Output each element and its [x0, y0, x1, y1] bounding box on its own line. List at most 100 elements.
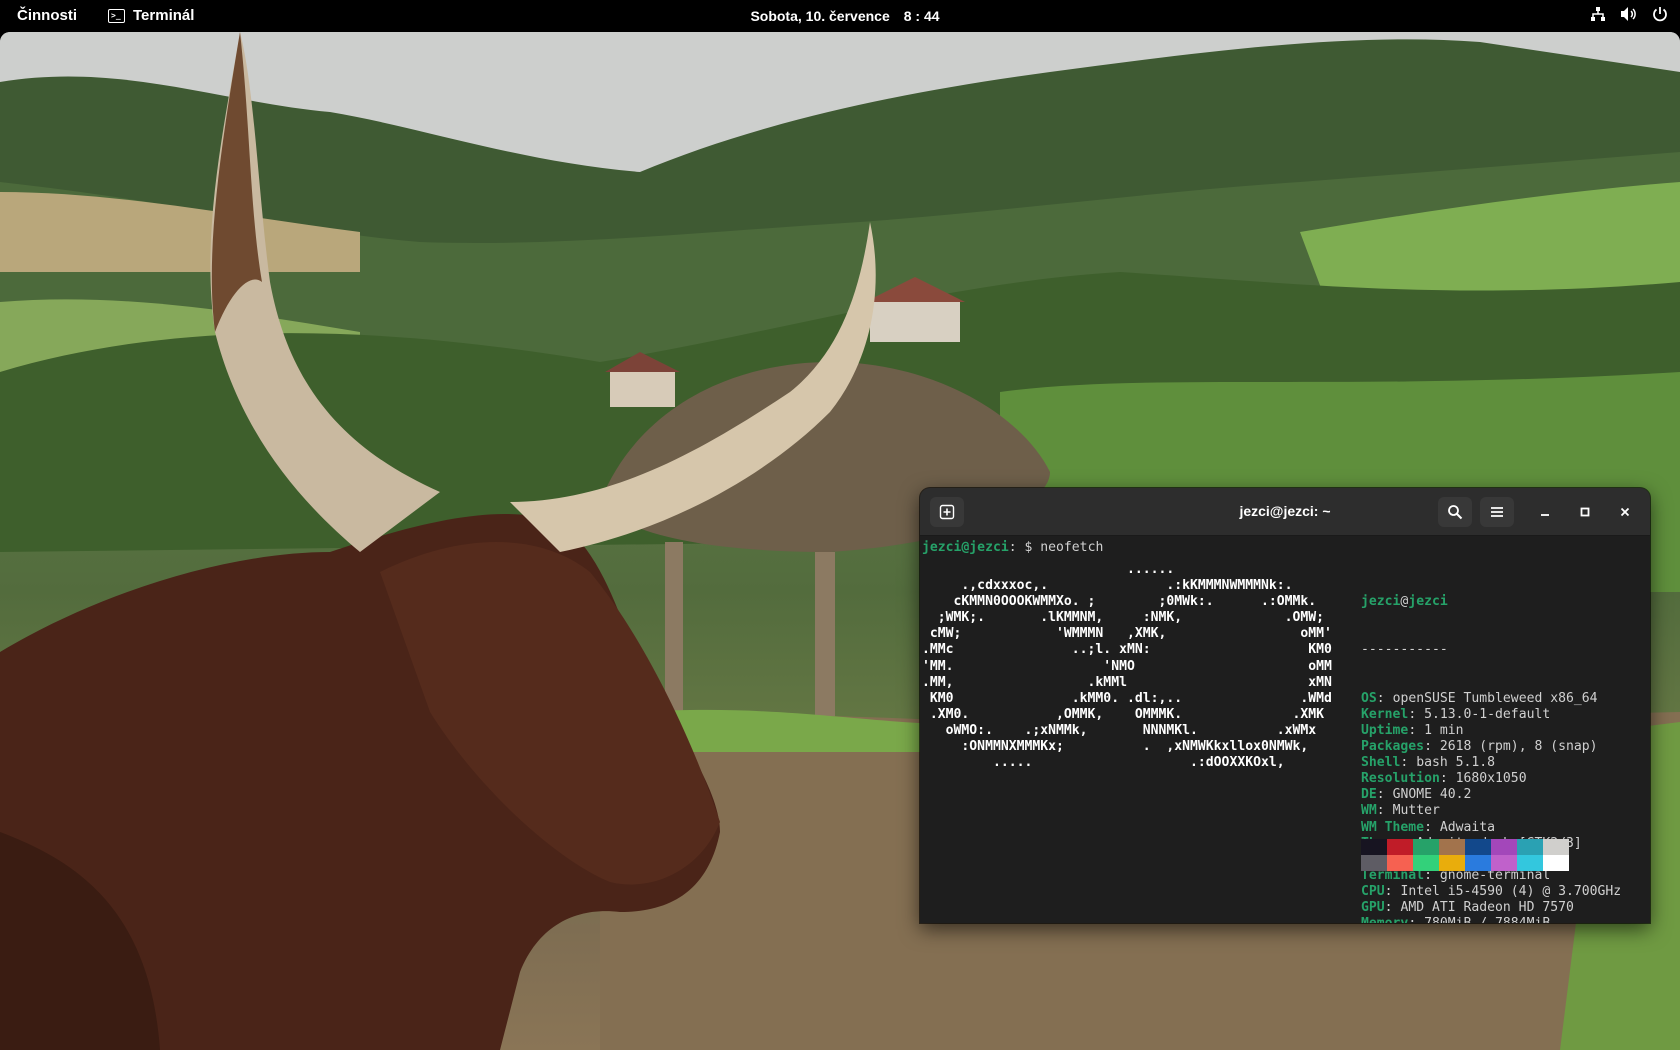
info-separator: : — [1376, 690, 1393, 706]
info-separator: : — [1439, 771, 1456, 787]
palette-swatch — [1517, 855, 1543, 871]
info-row: OS: openSUSE Tumbleweed x86_64 — [1361, 691, 1621, 707]
clock-button[interactable]: Sobota, 10. července 8 : 44 — [0, 8, 1680, 24]
info-separator: : — [1424, 819, 1440, 835]
palette-swatch — [1491, 839, 1517, 855]
info-key: Packages — [1361, 739, 1425, 755]
info-separator: : — [1408, 722, 1425, 738]
palette-row-bright — [1361, 855, 1569, 871]
logo-line: .MMc ..;l. xMN: KM0 — [922, 642, 1332, 658]
palette-swatch — [1413, 855, 1439, 871]
palette-swatch — [1543, 839, 1569, 855]
network-wired-icon[interactable] — [1590, 6, 1606, 22]
info-value: 2618 (rpm), 8 (snap) — [1439, 739, 1598, 755]
hamburger-menu-icon — [1490, 506, 1504, 518]
palette-swatch — [1465, 855, 1491, 871]
info-row: WM: Mutter — [1361, 803, 1621, 819]
palette-swatch — [1439, 855, 1465, 871]
prompt-separator: : — [1008, 540, 1017, 555]
logo-line: 'MM. 'NMO oMM — [922, 658, 1332, 674]
volume-icon[interactable] — [1620, 6, 1638, 22]
terminal-output[interactable]: jezci@jezci: $ neofetch ...... .,cdxxxoc… — [920, 536, 1650, 923]
minimize-button[interactable] — [1533, 501, 1557, 525]
logo-line: KM0 .kMM0. .dl:,.. .WMd — [922, 690, 1332, 706]
info-key: GPU — [1361, 899, 1385, 915]
info-value: GNOME 40.2 — [1392, 787, 1472, 803]
info-user: jezci — [1361, 594, 1401, 610]
info-value: Intel i5-4590 (4) @ 3.700GHz — [1400, 883, 1622, 899]
terminal-titlebar[interactable]: jezci@jezci: ~ — [920, 488, 1650, 536]
palette-swatch — [1387, 855, 1413, 871]
minimize-icon — [1540, 504, 1550, 522]
info-row: DE: GNOME 40.2 — [1361, 787, 1621, 803]
info-row: Resolution: 1680x1050 — [1361, 771, 1621, 787]
info-value: Mutter — [1392, 803, 1440, 819]
info-separator: : — [1384, 883, 1401, 899]
menu-button[interactable] — [1480, 497, 1514, 527]
logo-line: :ONMMNXMMMKx; . ,xNMWKkxllox0NMWk, — [922, 739, 1309, 755]
opensuse-ascii-logo: ...... .,cdxxxoc,. .:kKMMMNWMMMNk:. cKMM… — [922, 562, 1332, 771]
info-host: jezci — [1408, 594, 1448, 610]
palette-row-normal — [1361, 839, 1569, 855]
system-tray[interactable] — [1590, 6, 1668, 22]
terminal-window[interactable]: jezci@jezci: ~ jezci@jezci: $ neofetch .… — [920, 488, 1650, 923]
color-palette — [1361, 839, 1569, 871]
maximize-button[interactable] — [1573, 501, 1597, 525]
palette-swatch — [1361, 839, 1387, 855]
info-value: Adwaita — [1439, 819, 1496, 835]
info-key: Shell — [1361, 755, 1401, 771]
info-key: DE — [1361, 787, 1377, 803]
palette-swatch — [1543, 855, 1569, 871]
info-value: openSUSE Tumbleweed x86_64 — [1392, 690, 1598, 706]
info-row: GPU: AMD ATI Radeon HD 7570 — [1361, 900, 1621, 916]
info-row: Kernel: 5.13.0-1-default — [1361, 707, 1621, 723]
info-value: 5.13.0-1-default — [1424, 706, 1551, 722]
search-button[interactable] — [1438, 497, 1472, 527]
logo-line: cMW; 'WMMMN ,XMK, oMM' — [922, 626, 1332, 642]
info-key: Uptime — [1361, 722, 1409, 738]
info-value: AMD ATI Radeon HD 7570 — [1400, 899, 1574, 915]
maximize-icon — [1580, 504, 1590, 522]
logo-line: ;WMK;. .lKMMNM, :NMK, .OMW; — [922, 610, 1325, 626]
info-key: Memory — [1361, 916, 1408, 923]
info-key: WM Theme — [1361, 819, 1425, 835]
prompt-symbol: $ — [1016, 540, 1041, 555]
clock-time: 8 : 44 — [903, 8, 940, 24]
info-value: bash 5.1.8 — [1416, 755, 1496, 771]
info-separator: : — [1408, 916, 1424, 923]
info-separator: : — [1424, 739, 1440, 755]
prompt-user: jezci@jezci — [922, 540, 1009, 555]
palette-swatch — [1465, 839, 1491, 855]
power-icon[interactable] — [1652, 6, 1668, 22]
palette-swatch — [1387, 839, 1413, 855]
info-key: Kernel — [1361, 706, 1409, 722]
info-separator: : — [1408, 706, 1425, 722]
info-value: 1680x1050 — [1455, 771, 1527, 787]
info-row: Packages: 2618 (rpm), 8 (snap) — [1361, 739, 1621, 755]
palette-swatch — [1439, 839, 1465, 855]
clock-date: Sobota, 10. července — [750, 8, 890, 24]
info-key: WM — [1361, 803, 1377, 819]
logo-line: .XM0. ,OMMK, OMMMK. .XMK — [922, 706, 1325, 722]
info-row: CPU: Intel i5-4590 (4) @ 3.700GHz — [1361, 884, 1621, 900]
info-key: Resolution — [1361, 771, 1440, 787]
info-row: WM Theme: Adwaita — [1361, 820, 1621, 836]
palette-swatch — [1517, 839, 1543, 855]
logo-line: cKMMN0OOOKWMMXo. ; ;0MWk:. .:OMMk. — [922, 594, 1317, 610]
info-key: OS — [1361, 690, 1377, 706]
close-button[interactable] — [1613, 501, 1637, 525]
search-icon — [1447, 504, 1463, 520]
info-row: Uptime: 1 min — [1361, 723, 1621, 739]
info-separator: : — [1384, 899, 1401, 915]
info-value: 780MiB / 7884MiB — [1424, 916, 1550, 923]
logo-line: ..... .:dOOXXKOxl, — [922, 755, 1285, 771]
info-separator: : — [1400, 755, 1417, 771]
command-text: neofetch — [1040, 540, 1104, 555]
logo-line: .MM, .kMMl xMN — [922, 674, 1332, 690]
info-separator: : — [1376, 803, 1393, 819]
info-separator: : — [1376, 787, 1393, 803]
palette-swatch — [1413, 839, 1439, 855]
palette-swatch — [1491, 855, 1517, 871]
info-header: jezci@jezci — [1361, 594, 1621, 610]
info-key: CPU — [1361, 883, 1385, 899]
